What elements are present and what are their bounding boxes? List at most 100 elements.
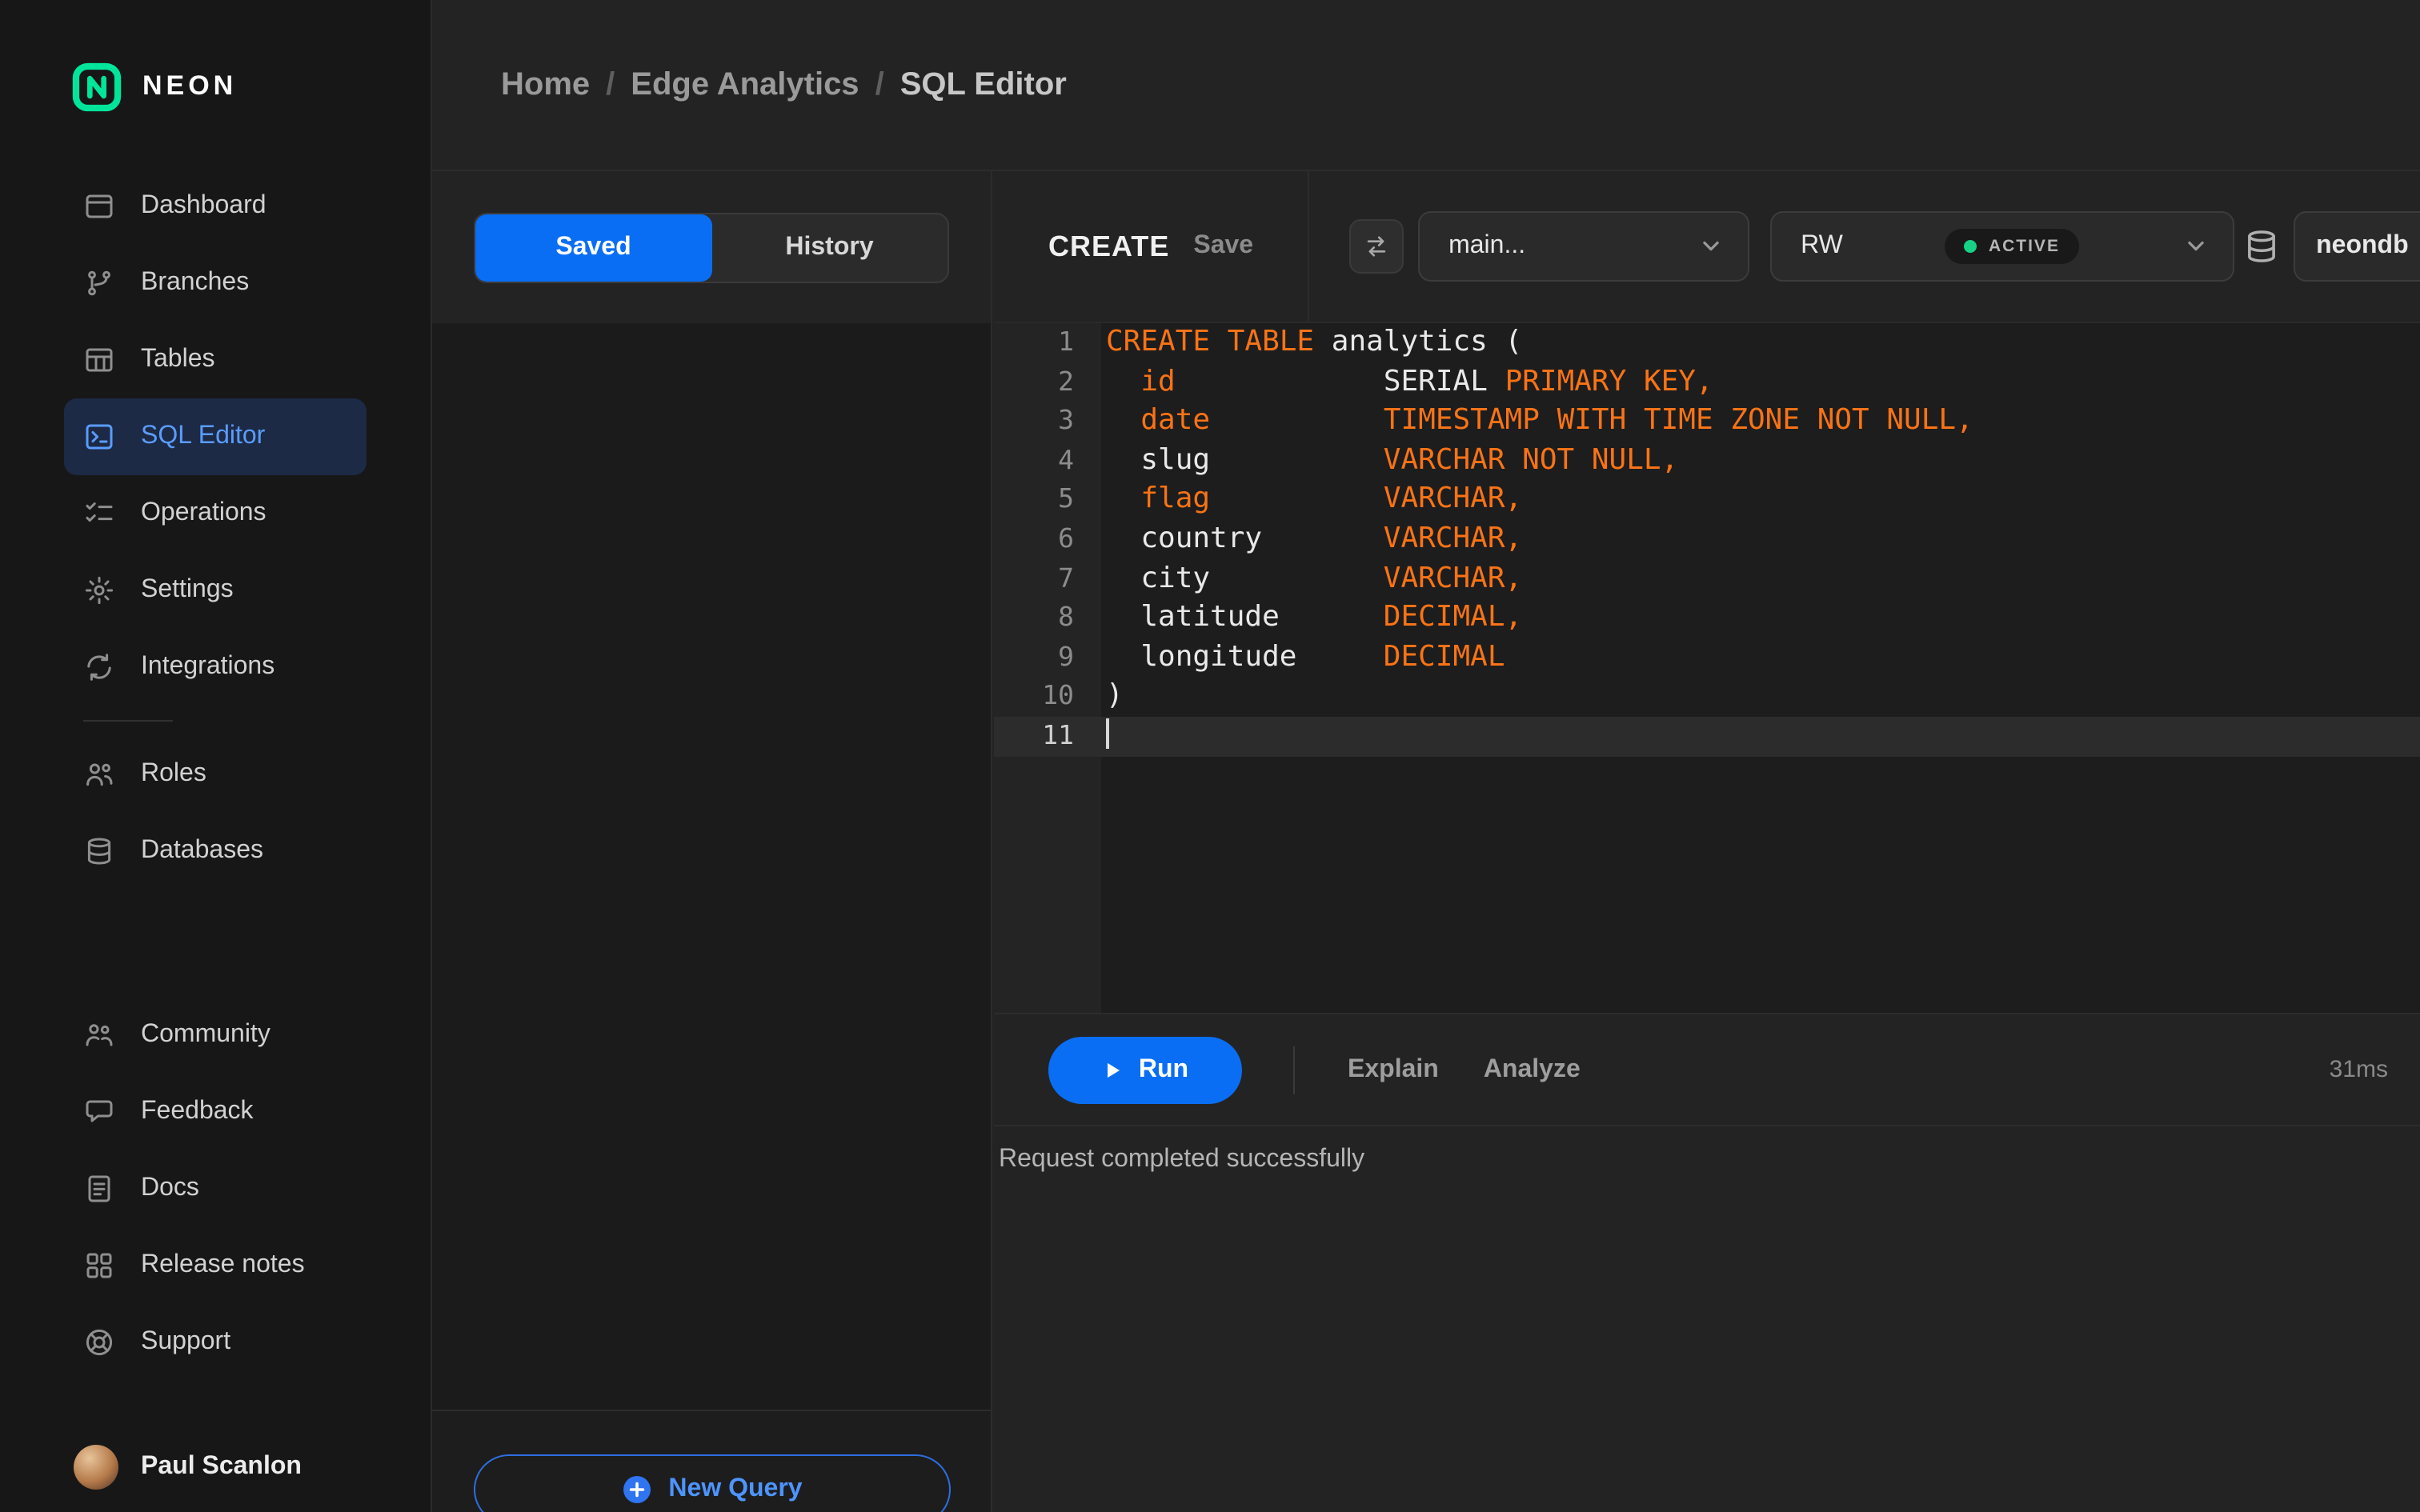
code-text: id SERIAL PRIMARY KEY,	[1140, 364, 1713, 398]
neon-logo-icon	[72, 62, 122, 111]
line-number: 10	[1042, 680, 1074, 711]
operations-icon	[83, 498, 115, 530]
run-label: Run	[1138, 1055, 1189, 1082]
sidebar-item-label: SQL Editor	[141, 422, 266, 450]
branch-compare-button[interactable]	[1349, 219, 1404, 274]
editor-toolbar: Run Explain Analyze 31ms	[994, 1013, 2420, 1126]
sidebar-item-roles[interactable]: Roles	[64, 736, 367, 813]
branch-selector-value: main...	[1448, 232, 1526, 259]
active-dot-icon	[1964, 240, 1977, 253]
code-line-4[interactable]: 4 slug VARCHAR NOT NULL,	[994, 442, 2420, 481]
analyze-button[interactable]: Analyze	[1484, 1055, 1581, 1084]
breadcrumb: Home / Edge Analytics / SQL Editor	[501, 66, 1067, 103]
run-button[interactable]: Run	[1048, 1036, 1242, 1103]
breadcrumb-separator: /	[606, 66, 615, 102]
query-duration: 31ms	[2329, 1056, 2388, 1083]
code-text: slug VARCHAR NOT NULL,	[1106, 442, 1679, 477]
code-line-10[interactable]: 10)	[994, 678, 2420, 717]
sidebar-item-label: Feedback	[141, 1098, 254, 1125]
code-line-6[interactable]: 6 country VARCHAR,	[994, 520, 2420, 559]
editor-header: CREATE Save main... RW ACTIVE neondb	[994, 170, 2420, 323]
queries-panel: Saved History New Query	[432, 171, 992, 1512]
sidebar-item-label: Docs	[141, 1174, 199, 1202]
sidebar-item-support[interactable]: Support	[64, 1304, 367, 1381]
code-text: latitude DECIMAL,	[1106, 600, 1523, 634]
sidebar-item-dashboard[interactable]: Dashboard	[64, 168, 367, 245]
database-selector-value: neondb	[2316, 232, 2409, 259]
compute-status-badge: ACTIVE	[1945, 229, 2079, 264]
sidebar-item-label: Branches	[141, 269, 250, 296]
sidebar-item-label: Dashboard	[141, 192, 266, 219]
query-title: CREATE	[1048, 230, 1170, 262]
sidebar-item-databases[interactable]: Databases	[64, 813, 367, 890]
code-line-8[interactable]: 8 latitude DECIMAL,	[994, 598, 2420, 638]
toolbar-divider	[1293, 1046, 1295, 1094]
sidebar-item-operations[interactable]: Operations	[64, 475, 367, 552]
sidebar-item-branches[interactable]: Branches	[64, 245, 367, 322]
sidebar-item-integrations[interactable]: Integrations	[64, 629, 367, 706]
avatar	[74, 1445, 118, 1490]
compute-selector[interactable]: RW ACTIVE	[1770, 211, 2235, 282]
sidebar-item-release-notes[interactable]: Release notes	[64, 1227, 367, 1304]
databases-icon	[83, 835, 115, 867]
line-number: 5	[1058, 483, 1074, 514]
topbar: Home / Edge Analytics / SQL Editor	[432, 0, 2420, 171]
sql-editor-code[interactable]: 1 CREATE TABLE analytics (2 id SERIAL PRI…	[994, 323, 2420, 1013]
queries-footer: New Query	[432, 1410, 991, 1512]
code-line-3[interactable]: 3 date TIMESTAMP WITH TIME ZONE NOT NULL…	[994, 402, 2420, 441]
code-line-7[interactable]: 7 city VARCHAR,	[994, 559, 2420, 598]
sidebar-item-sql-editor[interactable]: SQL Editor	[64, 398, 367, 475]
sidebar-item-label: Tables	[141, 346, 215, 373]
sidebar-item-tables[interactable]: Tables	[64, 322, 367, 398]
status-message: Request completed successfully	[999, 1146, 1365, 1173]
support-icon	[83, 1326, 115, 1358]
tab-saved[interactable]: Saved	[475, 214, 711, 282]
query-tabs-wrap: Saved History	[432, 171, 991, 323]
play-icon	[1108, 1062, 1120, 1078]
save-button[interactable]: Save	[1193, 232, 1253, 261]
database-selector[interactable]: neondb	[2294, 211, 2420, 282]
neon-console: NEON Dashboard Branches Tables SQL Editor Op…	[0, 0, 2420, 1512]
breadcrumb-edge-analytics[interactable]: Edge Analytics	[631, 66, 859, 103]
new-query-button[interactable]: New Query	[473, 1454, 950, 1512]
chevron-down-icon	[1703, 241, 1719, 251]
explain-button[interactable]: Explain	[1348, 1055, 1439, 1084]
user-name: Paul Scanlon	[141, 1453, 302, 1480]
sidebar-item-docs[interactable]: Docs	[64, 1150, 367, 1227]
roles-icon	[83, 758, 115, 790]
code-line-2[interactable]: 2 id SERIAL PRIMARY KEY,	[994, 362, 2420, 402]
code-text: city VARCHAR,	[1106, 561, 1523, 595]
user-menu[interactable]: Paul Scanlon	[0, 1429, 432, 1506]
line-number: 1	[1058, 326, 1074, 357]
header-divider	[1308, 170, 1310, 322]
tab-history[interactable]: History	[711, 214, 948, 282]
sidebar-item-community[interactable]: Community	[64, 997, 367, 1074]
sidebar-nav: Dashboard Branches Tables SQL Editor Operati…	[0, 168, 431, 1381]
code-line-9[interactable]: 9 longitude DECIMAL	[994, 638, 2420, 678]
query-list	[432, 323, 991, 1410]
sidebar-item-label: Support	[141, 1328, 231, 1355]
sidebar-item-settings[interactable]: Settings	[64, 552, 367, 629]
sidebar-item-label: Settings	[141, 576, 234, 603]
dashboard-icon	[83, 190, 115, 222]
breadcrumb-sql-editor[interactable]: SQL Editor	[900, 66, 1067, 103]
compute-selector-value: RW	[1801, 232, 1843, 259]
line-number: 8	[1058, 602, 1074, 633]
line-number: 2	[1058, 366, 1074, 397]
sidebar-item-label: Community	[141, 1021, 270, 1048]
neon-logo[interactable]: NEON	[0, 0, 431, 112]
code-text: longitude DECIMAL	[1106, 639, 1505, 674]
sql-editor-icon	[83, 421, 115, 453]
breadcrumb-separator: /	[875, 66, 884, 102]
breadcrumb-home[interactable]: Home	[501, 66, 590, 103]
branch-selector[interactable]: main...	[1418, 211, 1750, 282]
code-line-11[interactable]: 11	[994, 716, 2420, 757]
code-line-5[interactable]: 5 flag VARCHAR,	[994, 481, 2420, 520]
text-cursor	[1106, 718, 1109, 749]
sidebar-item-feedback[interactable]: Feedback	[64, 1074, 367, 1150]
branches-icon	[83, 267, 115, 299]
sidebar-item-label: Integrations	[141, 653, 275, 680]
line-number: 3	[1058, 405, 1074, 436]
code-line-1[interactable]: 1 CREATE TABLE analytics (	[994, 323, 2420, 362]
